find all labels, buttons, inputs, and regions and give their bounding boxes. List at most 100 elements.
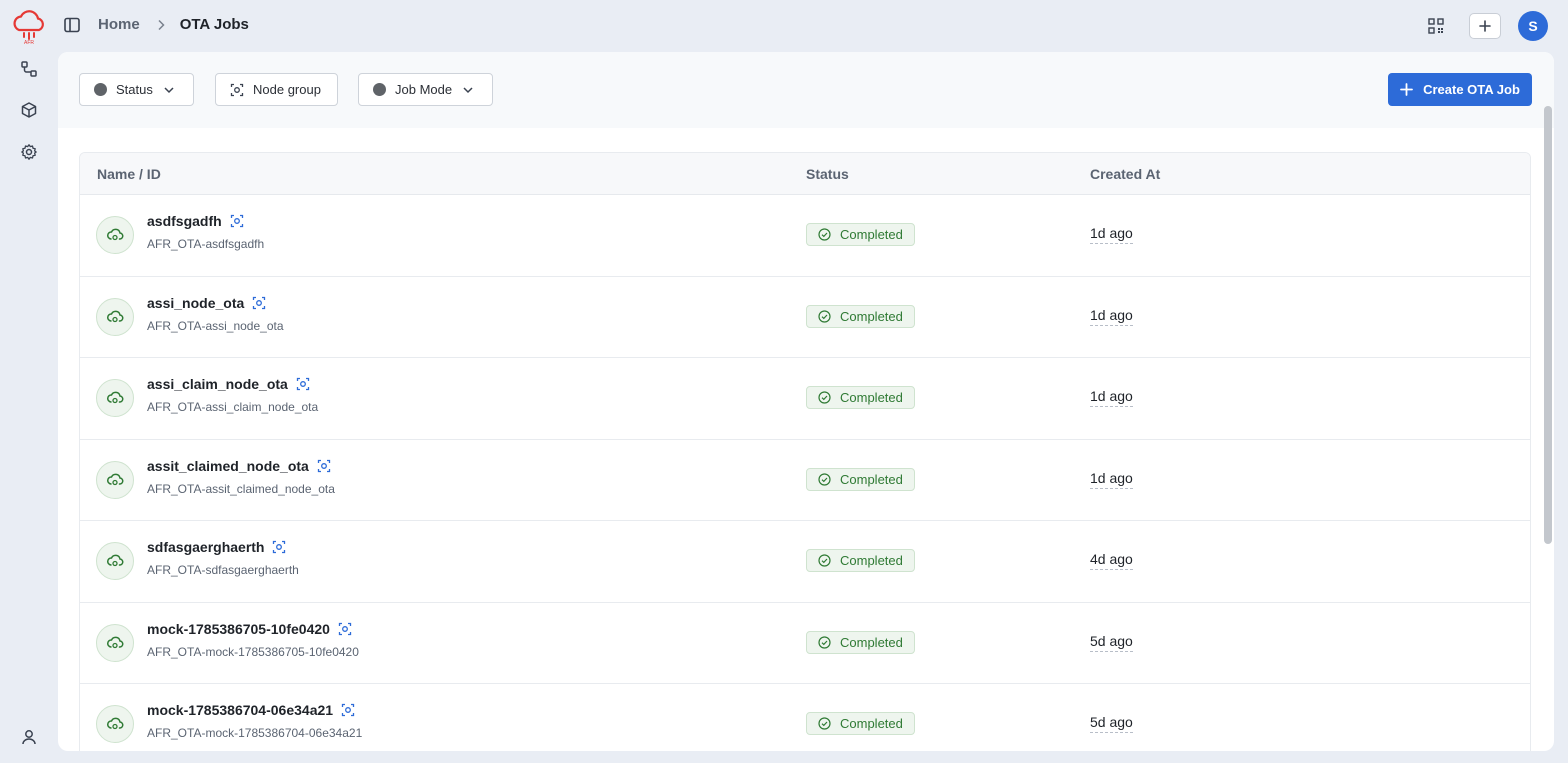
header-name-id[interactable]: Name / ID	[97, 166, 161, 182]
status-filter-label: Status	[116, 82, 153, 97]
node-group-icon[interactable]	[230, 214, 244, 228]
created-at[interactable]: 4d ago	[1090, 551, 1133, 570]
table-row[interactable]: asdfsgadfh AFR_OTA-asdfsgadfh Completed …	[80, 195, 1530, 277]
cloud-sync-icon	[107, 717, 124, 730]
node-group-filter-button[interactable]: Node group	[215, 73, 338, 106]
create-ota-job-label: Create OTA Job	[1423, 82, 1520, 97]
row-name-line: assi_node_ota	[147, 295, 266, 311]
add-button[interactable]	[1469, 13, 1501, 39]
ota-cloud-icon	[96, 297, 134, 336]
top-actions: S	[1427, 11, 1548, 41]
check-circle-icon	[818, 554, 831, 567]
nodes-nav-icon[interactable]	[19, 59, 39, 79]
job-name[interactable]: sdfasgaerghaerth	[147, 539, 264, 555]
logo-text: AFR	[24, 40, 34, 46]
job-mode-dot-icon	[373, 83, 386, 96]
table-row[interactable]: mock-1785386704-06e34a21 AFR_OTA-mock-17…	[80, 684, 1530, 751]
chevron-right-icon	[158, 19, 165, 30]
table-body: asdfsgadfh AFR_OTA-asdfsgadfh Completed …	[80, 195, 1530, 751]
row-name-line: mock-1785386705-10fe0420	[147, 621, 352, 637]
status-badge-label: Completed	[840, 227, 903, 242]
row-name-line: assit_claimed_node_ota	[147, 458, 331, 474]
nodes-icon	[21, 61, 37, 77]
ota-cloud-icon	[96, 460, 134, 499]
sidebar-toggle-button[interactable]	[62, 15, 82, 35]
cloud-logo-icon: AFR	[13, 10, 44, 46]
settings-nav-icon[interactable]	[19, 142, 39, 162]
created-at[interactable]: 5d ago	[1090, 633, 1133, 652]
job-name[interactable]: mock-1785386705-10fe0420	[147, 621, 330, 637]
header-status[interactable]: Status	[806, 166, 849, 182]
table-row[interactable]: assit_claimed_node_ota AFR_OTA-assit_cla…	[80, 440, 1530, 521]
status-badge: Completed	[806, 304, 915, 328]
main-panel: Status Node group Job Mode Create OTA Jo…	[58, 52, 1554, 751]
create-ota-job-button[interactable]: Create OTA Job	[1388, 73, 1532, 106]
status-badge-label: Completed	[840, 634, 903, 650]
ota-cloud-icon	[96, 379, 134, 417]
status-badge: Completed	[806, 386, 915, 409]
job-name[interactable]: asdfsgadfh	[147, 213, 222, 229]
table-row[interactable]: assi_node_ota AFR_OTA-assi_node_ota Comp…	[80, 277, 1530, 358]
cloud-sync-icon	[107, 310, 124, 322]
job-id: AFR_OTA-assi_node_ota	[147, 318, 284, 333]
job-mode-filter-dropdown[interactable]: Job Mode	[358, 73, 493, 106]
job-id: AFR_OTA-assi_claim_node_ota	[147, 400, 319, 414]
user-avatar[interactable]: S	[1518, 11, 1548, 41]
user-icon	[22, 730, 36, 745]
status-badge: Completed	[806, 467, 915, 491]
created-at[interactable]: 5d ago	[1090, 714, 1133, 733]
cube-icon	[21, 102, 37, 118]
cloud-sync-icon	[107, 636, 124, 648]
table-row[interactable]: sdfasgaerghaerth AFR_OTA-sdfasgaerghaert…	[80, 521, 1530, 603]
node-group-icon[interactable]	[317, 459, 331, 473]
ota-cloud-icon	[96, 623, 134, 662]
gear-icon	[21, 144, 37, 160]
header-created-at[interactable]: Created At	[1090, 166, 1160, 182]
job-name[interactable]: assi_node_ota	[147, 295, 244, 311]
packages-nav-icon[interactable]	[19, 100, 39, 120]
table-row[interactable]: mock-1785386705-10fe0420 AFR_OTA-mock-17…	[80, 603, 1530, 684]
check-circle-icon	[818, 635, 831, 649]
job-mode-filter-label: Job Mode	[395, 82, 453, 97]
check-circle-icon	[818, 717, 831, 730]
page-title: OTA Jobs	[179, 16, 249, 33]
status-filter-dropdown[interactable]: Status	[79, 73, 194, 106]
job-name[interactable]: assit_claimed_node_ota	[147, 458, 309, 474]
plus-icon	[1479, 20, 1491, 32]
check-circle-icon	[818, 391, 831, 404]
node-group-icon[interactable]	[341, 703, 355, 717]
chevron-down-icon	[463, 86, 473, 93]
table-row[interactable]: assi_claim_node_ota AFR_OTA-assi_claim_n…	[80, 358, 1530, 440]
created-at[interactable]: 1d ago	[1090, 225, 1133, 244]
status-badge: Completed	[806, 223, 915, 246]
created-at[interactable]: 1d ago	[1090, 388, 1133, 407]
status-badge: Completed	[806, 630, 915, 654]
status-badge-label: Completed	[840, 716, 903, 731]
job-name[interactable]: assi_claim_node_ota	[147, 376, 288, 392]
status-badge-label: Completed	[840, 471, 903, 487]
created-at[interactable]: 1d ago	[1090, 470, 1133, 489]
node-group-icon	[230, 83, 244, 96]
breadcrumb-home-link[interactable]: Home	[98, 16, 140, 33]
vertical-scrollbar[interactable]	[1544, 106, 1552, 544]
node-group-icon[interactable]	[252, 296, 266, 310]
node-group-icon[interactable]	[338, 622, 352, 636]
status-badge: Completed	[806, 549, 915, 572]
check-circle-icon	[818, 472, 831, 486]
created-at[interactable]: 1d ago	[1090, 307, 1133, 326]
qr-code-icon[interactable]	[1427, 17, 1445, 35]
status-badge: Completed	[806, 712, 915, 735]
node-group-icon[interactable]	[272, 540, 286, 554]
check-circle-icon	[818, 309, 831, 323]
profile-nav-icon[interactable]	[19, 727, 39, 747]
status-badge-label: Completed	[840, 308, 903, 324]
check-circle-icon	[818, 228, 831, 241]
job-id: AFR_OTA-mock-1785386704-06e34a21	[147, 726, 363, 740]
job-id: AFR_OTA-mock-1785386705-10fe0420	[147, 644, 359, 659]
ota-cloud-icon	[96, 705, 134, 743]
job-name[interactable]: mock-1785386704-06e34a21	[147, 702, 333, 718]
app-logo[interactable]: AFR	[9, 6, 49, 46]
node-group-icon[interactable]	[296, 377, 310, 391]
job-id: AFR_OTA-asdfsgadfh	[147, 237, 265, 251]
cloud-sync-icon	[107, 554, 124, 567]
